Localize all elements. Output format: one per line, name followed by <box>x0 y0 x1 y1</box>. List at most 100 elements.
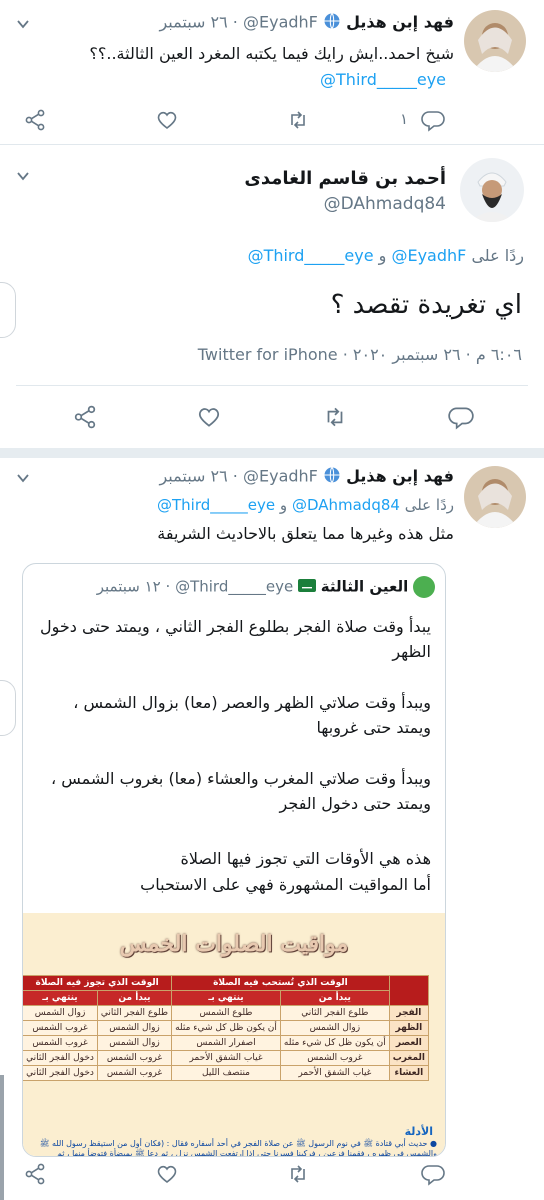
cell: زوال الشمس <box>96 1035 173 1051</box>
cell: غروب الشمس <box>96 1065 173 1081</box>
quote-paragraph: ويبدأ وقت صلاتي الظهر والعصر (معا) بزوال… <box>73 693 431 737</box>
reply-mention-2[interactable]: @Third_____eye <box>248 246 374 265</box>
cell: غياب الشفق الأحمر <box>171 1050 281 1066</box>
chevron-down-icon[interactable] <box>16 168 30 182</box>
user-handle[interactable]: @EyadhF <box>243 467 318 486</box>
globe-icon <box>323 12 341 34</box>
tweet-time: · ١٢ سبتمبر <box>96 577 171 596</box>
evidence-title: الأدلة <box>404 1125 433 1138</box>
cell: غروب الشمس <box>23 1020 98 1036</box>
reply-mention-1[interactable]: @EyadhF <box>391 246 466 265</box>
avatar[interactable] <box>464 466 526 528</box>
share-icon[interactable] <box>23 1162 47 1190</box>
cell: غروب الشمس <box>279 1050 390 1066</box>
quoted-tweet-card[interactable]: العين الثالثة @Third_____eye · ١٢ سبتمبر… <box>22 563 446 1157</box>
tweet-text: مثل هذه وغيرها مما يتعلق بالاحاديث الشري… <box>157 524 454 543</box>
user-handle[interactable]: @DAhmadq84 <box>324 194 446 214</box>
quote-paragraph: ويبدأ وقت صلاتي المغرب والعشاء (معا) بغر… <box>50 769 431 813</box>
mention-link[interactable]: @Third_____eye <box>320 70 446 89</box>
cell: طلوع الشمس <box>171 1005 281 1021</box>
table-row: الظهر زوال الشمس أن يكون ظل كل شيء مثله … <box>23 1020 430 1036</box>
cell: زوال الشمس <box>279 1020 390 1036</box>
left-edge-bar <box>0 1075 4 1200</box>
cell: اصفرار الشمس <box>171 1035 281 1051</box>
avatar-image <box>464 466 526 528</box>
prayer-name: العصر <box>388 1035 430 1051</box>
reply-mention-1[interactable]: @DAhmadq84 <box>292 496 400 514</box>
avatar-small[interactable] <box>413 576 435 598</box>
reply-context: ردًا على @DAhmadq84 و @Third_____eye <box>14 496 454 514</box>
prayer-times-table: الوقت الذي تُستحب فيه الصلاة الوقت الذي … <box>23 975 430 1081</box>
header-end: ينتهي بـ <box>23 990 98 1006</box>
reply-icon[interactable] <box>420 108 446 136</box>
user-name[interactable]: فهد إبن هذيل <box>346 13 454 32</box>
quote-paragraph: هذه هي الأوقات التي تجوز فيها الصلاة <box>180 849 432 868</box>
share-icon[interactable] <box>23 108 47 136</box>
tweet-time: · ٢٦ سبتمبر <box>159 466 238 486</box>
header-start: يبدأ من <box>96 990 173 1006</box>
side-scroll-handle[interactable] <box>0 680 16 736</box>
cell: طلوع الفجر الثاني <box>96 1005 173 1021</box>
cell: أن يكون ظل كل شيء مثله <box>279 1035 390 1051</box>
cell: غروب الشمس <box>96 1050 173 1066</box>
globe-icon <box>323 466 341 488</box>
reply-mention-2[interactable]: @Third_____eye <box>157 496 275 514</box>
table-corner <box>388 975 430 1006</box>
user-name[interactable]: فهد إبن هذيل <box>346 467 454 486</box>
cell: دخول الفجر الثاني <box>23 1050 98 1066</box>
avatar[interactable] <box>464 10 526 72</box>
evidence-line: والشمس في ظهره ، فقمنا فزعين ، فركبنا فس… <box>56 1149 437 1157</box>
reply-prefix: ردًا على <box>471 246 524 265</box>
reply-icon[interactable] <box>420 1162 446 1190</box>
table-row: العشاء غياب الشفق الأحمر منتصف الليل غرو… <box>23 1065 430 1081</box>
user-name[interactable]: العين الثالثة <box>321 578 408 596</box>
table-row: العصر أن يكون ظل كل شيء مثله اصفرار الشم… <box>23 1035 430 1051</box>
side-scroll-handle[interactable] <box>0 282 16 338</box>
quote-paragraph: يبدأ وقت صلاة الفجر بطلوع الفجر الثاني ،… <box>39 617 431 661</box>
reply-context: ردًا على @EyadhF و @Third_____eye <box>24 246 524 265</box>
tweet-text: شيخ احمد..ايش رايك فيما يكتبه المغرد الع… <box>89 44 454 63</box>
like-icon[interactable] <box>155 1162 179 1190</box>
chevron-down-icon[interactable] <box>16 16 30 30</box>
header-mustahab: الوقت الذي تُستحب فيه الصلاة <box>171 975 390 991</box>
user-name[interactable]: أحمد بن قاسم الغامدى <box>244 168 446 189</box>
reply-count: ١ <box>400 110 409 128</box>
like-icon[interactable] <box>155 108 179 136</box>
user-handle[interactable]: @EyadhF <box>243 13 318 32</box>
prayer-times-infographic[interactable]: مواقيت الصلوات الخمس الوقت الذي تُستحب ف… <box>23 913 445 1156</box>
table-row: المغرب غروب الشمس غياب الشفق الأحمر غروب… <box>23 1050 430 1066</box>
tweet-text: اي تغريدة تقصد ؟ <box>330 290 522 320</box>
verified-flag-icon <box>297 578 316 596</box>
prayer-name: العشاء <box>388 1065 430 1081</box>
cell: طلوع الفجر الثاني <box>279 1005 390 1021</box>
cell: غروب الشمس <box>23 1035 98 1051</box>
chevron-down-icon[interactable] <box>16 470 30 484</box>
table-row: الفجر طلوع الفجر الثاني طلوع الشمس طلوع … <box>23 1005 430 1021</box>
cell: غياب الشفق الأحمر <box>279 1065 390 1081</box>
tweet-time: · ٢٦ سبتمبر <box>159 12 238 32</box>
cell: زوال الشمس <box>96 1020 173 1036</box>
reply-and: و <box>378 246 387 265</box>
avatar-image <box>464 10 526 72</box>
reply-icon[interactable] <box>447 404 475 434</box>
header-jawaz: الوقت الذي تجوز فيه الصلاة <box>23 975 173 991</box>
tweet-meta: ٦:٠٦ م · ٢٦ سبتمبر ٢٠٢٠ · Twitter for iP… <box>197 345 522 364</box>
share-icon[interactable] <box>72 404 98 434</box>
cell: دخول الفجر الثاني <box>23 1065 98 1081</box>
prayer-name: المغرب <box>388 1050 430 1066</box>
retweet-icon[interactable] <box>286 108 310 136</box>
avatar-image <box>460 158 524 222</box>
retweet-icon[interactable] <box>286 1162 310 1190</box>
prayer-name: الظهر <box>388 1020 430 1036</box>
header-start: يبدأ من <box>279 990 390 1006</box>
cell: منتصف الليل <box>171 1065 281 1081</box>
header-end: ينتهي بـ <box>171 990 281 1006</box>
retweet-icon[interactable] <box>322 404 348 434</box>
infographic-title: مواقيت الصلوات الخمس <box>119 931 349 957</box>
cell: أن يكون ظل كل شيء مثله <box>171 1020 281 1036</box>
avatar[interactable] <box>460 158 524 222</box>
prayer-name: الفجر <box>388 1005 430 1021</box>
user-handle[interactable]: @Third_____eye <box>175 578 293 596</box>
cell: زوال الشمس <box>23 1005 98 1021</box>
like-icon[interactable] <box>196 404 222 434</box>
